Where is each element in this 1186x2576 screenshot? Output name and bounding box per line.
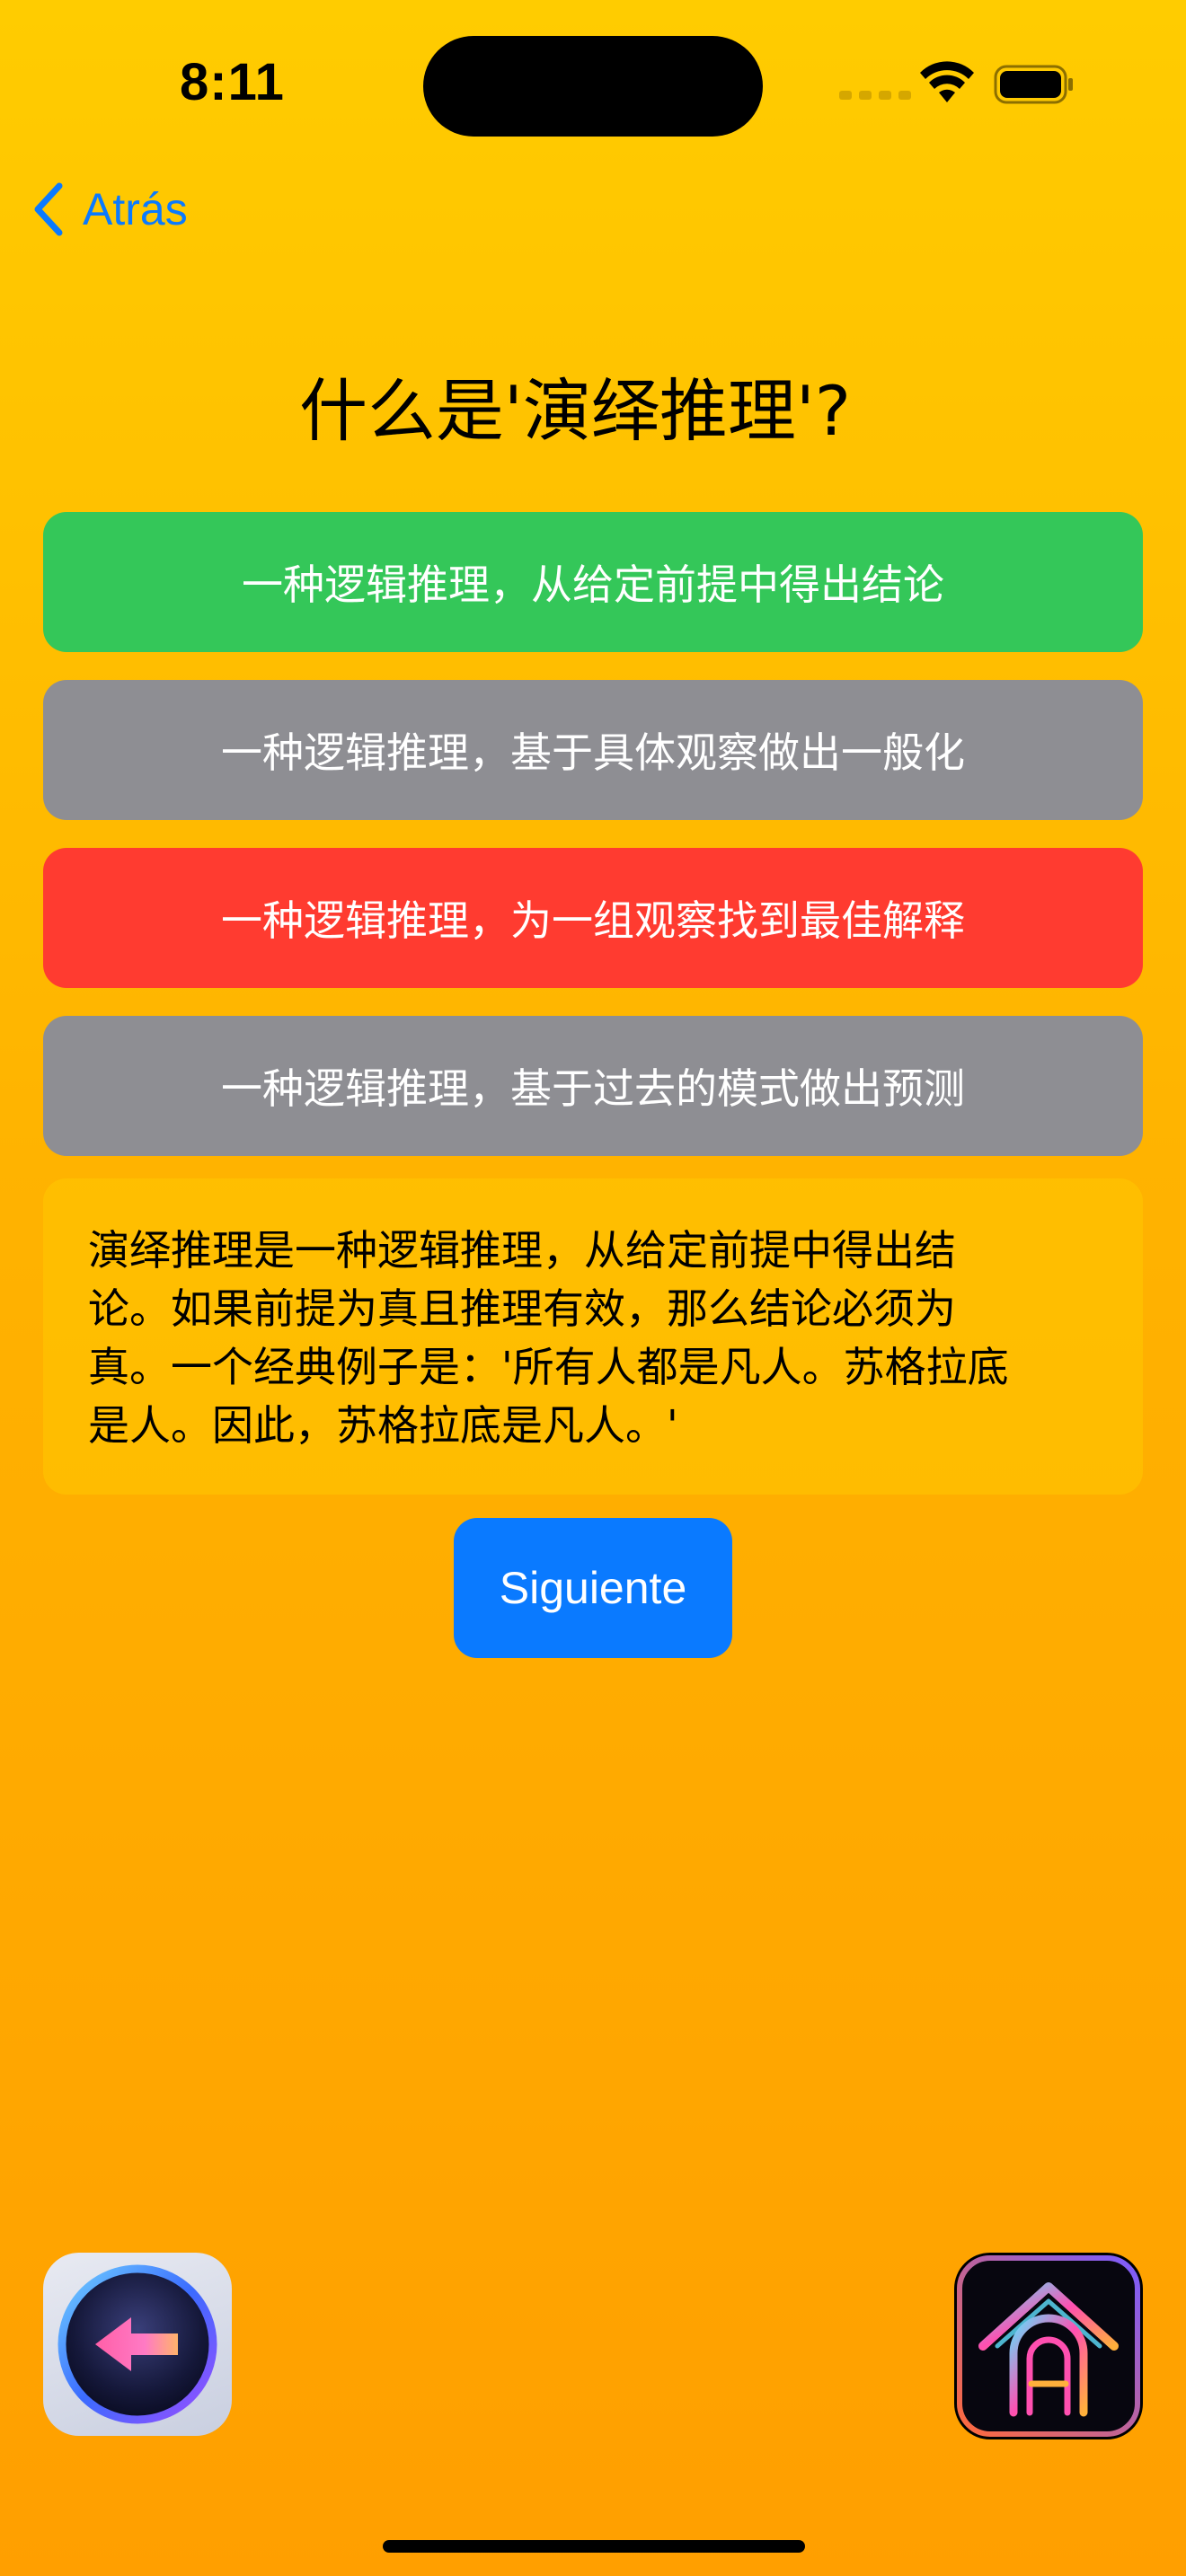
answer-option-4[interactable]: 一种逻辑推理，基于过去的模式做出预测: [43, 1016, 1143, 1156]
back-button[interactable]: Atrás: [32, 178, 188, 241]
cellular-signal-icon: [839, 91, 911, 100]
home-indicator[interactable]: [383, 2540, 805, 2553]
answer-option-1[interactable]: 一种逻辑推理，从给定前提中得出结论: [43, 512, 1143, 652]
status-time: 8:11: [180, 53, 285, 111]
chevron-left-icon: [34, 182, 63, 236]
next-button[interactable]: Siguiente: [454, 1518, 732, 1658]
answer-option-label: 一种逻辑推理，从给定前提中得出结论: [242, 560, 944, 609]
explanation-card: 演绎推理是一种逻辑推理，从给定前提中得出结 论。如果前提为真且推理有效，那么结论…: [43, 1178, 1143, 1495]
question-title: 什么是'演绎推理'?: [298, 371, 852, 451]
status-bar: 8:11: [0, 0, 1186, 171]
answer-option-3[interactable]: 一种逻辑推理，为一组观察找到最佳解释: [43, 848, 1143, 988]
neon-home-app-icon[interactable]: [954, 2253, 1143, 2439]
answer-option-2[interactable]: 一种逻辑推理，基于具体观察做出一般化: [43, 680, 1143, 820]
answer-option-label: 一种逻辑推理，为一组观察找到最佳解释: [221, 896, 965, 945]
answer-option-label: 一种逻辑推理，基于具体观察做出一般化: [221, 728, 965, 777]
back-arrow-icon: [58, 2264, 217, 2424]
answer-option-label: 一种逻辑推理，基于过去的模式做出预测: [221, 1064, 965, 1113]
wifi-icon: [920, 61, 974, 102]
back-arrow-app-icon[interactable]: [43, 2253, 232, 2436]
explanation-line: 真。一个经典例子是：'所有人都是凡人。苏格拉底: [88, 1343, 1009, 1391]
explanation-line: 是人。因此，苏格拉底是凡人。': [88, 1401, 678, 1450]
back-button-label: Atrás: [83, 184, 188, 234]
dynamic-island: [423, 36, 763, 137]
next-button-label: Siguiente: [499, 1563, 687, 1613]
battery-icon: [994, 65, 1073, 104]
explanation-line: 论。如果前提为真且推理有效，那么结论必须为: [88, 1284, 956, 1333]
home-icon: [957, 2255, 1140, 2437]
explanation-line: 演绎推理是一种逻辑推理，从给定前提中得出结: [88, 1226, 956, 1275]
